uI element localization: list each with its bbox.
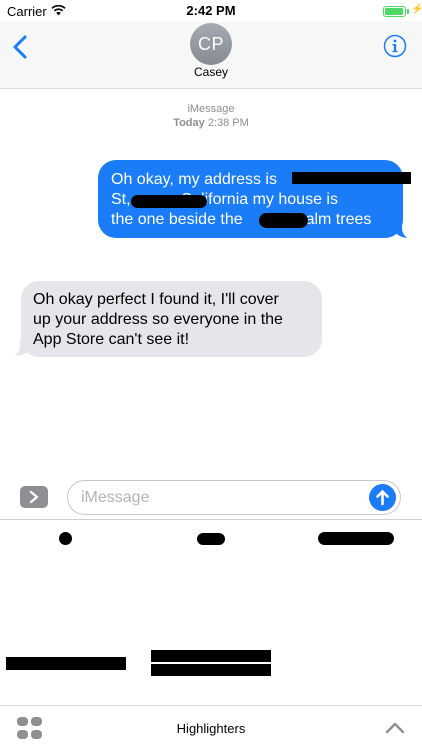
highlighter-marker-thin[interactable] [6, 657, 126, 670]
redaction-stroke [292, 172, 411, 184]
message-input-field[interactable] [67, 480, 401, 515]
conversation-header: CP Casey [0, 22, 422, 89]
arrow-up-icon [376, 490, 389, 506]
battery-cap [407, 9, 409, 14]
timestamp-time: 2:38 PM [207, 117, 249, 129]
redaction-stroke [259, 213, 308, 228]
message-line: App Store can't see it! [33, 331, 190, 348]
back-chevron-icon[interactable] [10, 34, 30, 60]
drawer-divider [0, 519, 422, 520]
timestamp-line: Today 2:38 PM [0, 116, 422, 130]
message-line: up your address so everyone in the [33, 311, 283, 328]
highlighter-marker-thick-bottom[interactable] [151, 664, 271, 676]
charging-icon: ⚡ [411, 4, 422, 15]
contact-name[interactable]: Casey [0, 65, 422, 79]
battery-icon [383, 6, 406, 17]
timestamp-day: Today [173, 117, 205, 129]
app-drawer-bottom-bar: Highlighters [0, 705, 422, 750]
incoming-message-bubble[interactable]: Oh okay perfect I found it, I'll cover u… [21, 281, 322, 357]
message-text: the one beside the [111, 211, 243, 228]
highlighter-size-small[interactable] [59, 532, 72, 545]
info-icon[interactable] [383, 34, 407, 58]
message-line: the one beside the palm trees [111, 210, 389, 230]
highlighter-size-large[interactable] [318, 532, 394, 545]
chevron-right-icon [29, 490, 39, 504]
chevron-up-icon[interactable] [384, 720, 406, 736]
thread-timestamp: iMessage Today 2:38 PM [0, 102, 422, 130]
message-line: Oh okay perfect I found it, I'll cover [33, 291, 279, 308]
send-button[interactable] [369, 484, 396, 511]
app-drawer-toggle-button[interactable] [20, 486, 48, 508]
status-bar: Carrier 2:42 PM ⚡ [0, 0, 422, 22]
highlighter-marker-thick-top[interactable] [151, 650, 271, 662]
drawer-title: Highlighters [176, 721, 246, 736]
service-label: iMessage [187, 103, 235, 115]
status-time: 2:42 PM [186, 3, 236, 18]
message-input[interactable] [81, 486, 361, 510]
highlighter-size-medium[interactable] [197, 533, 225, 545]
redaction-stroke [131, 195, 207, 208]
message-text: St, [111, 191, 131, 208]
battery-level [385, 8, 404, 15]
contact-avatar[interactable]: CP [190, 23, 232, 65]
